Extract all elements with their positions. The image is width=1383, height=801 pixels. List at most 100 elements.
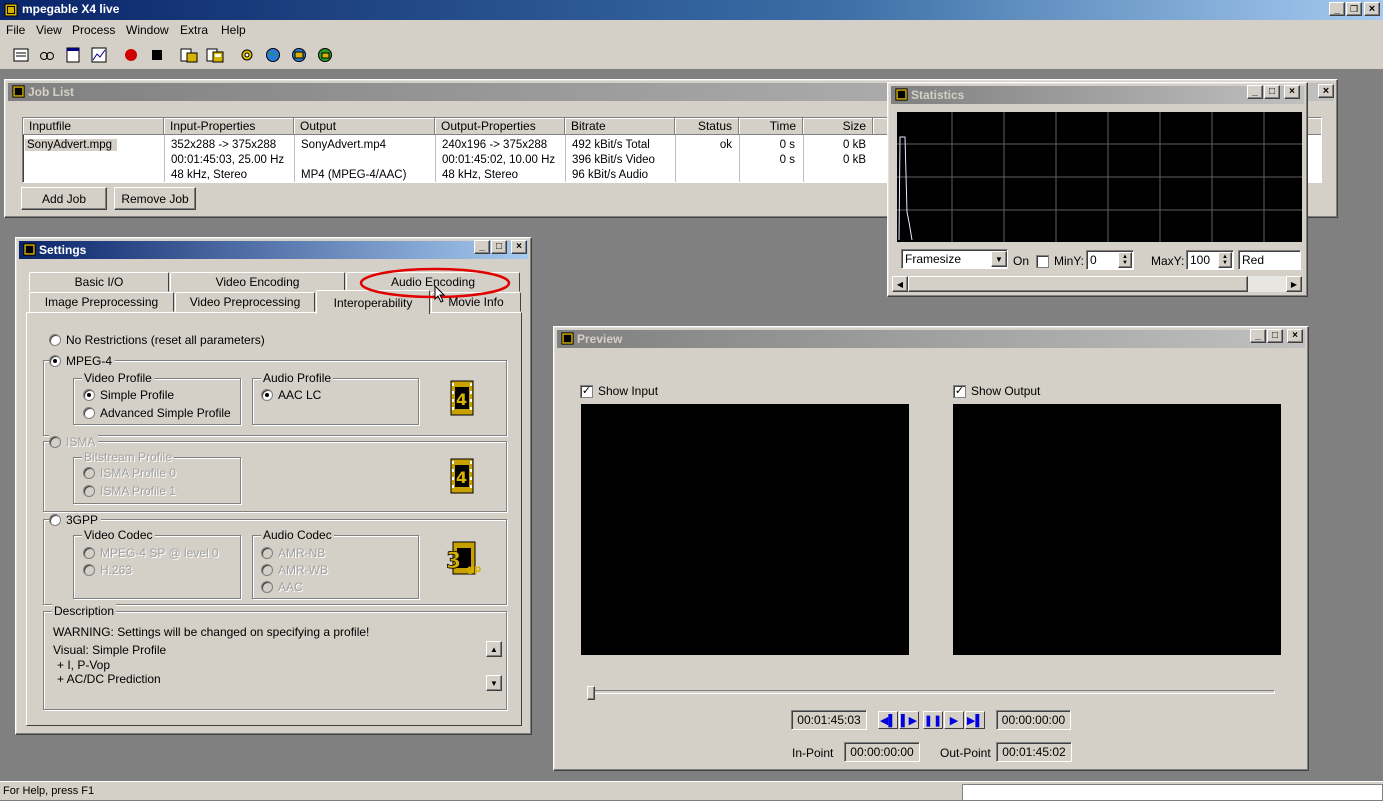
amrnb-option[interactable]: AMR-NB: [261, 546, 325, 560]
isma-profile0-option[interactable]: ISMA Profile 0: [83, 466, 176, 480]
mpeg4sp-radio[interactable]: [83, 547, 95, 559]
settings-maximize-button[interactable]: □: [491, 240, 507, 254]
isma-option[interactable]: ISMA: [49, 435, 99, 449]
aac-option[interactable]: AAC: [261, 580, 303, 594]
timeline-track[interactable]: [588, 690, 1275, 694]
show-output-option[interactable]: ✓ Show Output: [953, 384, 1040, 398]
col-bitrate[interactable]: Bitrate: [565, 118, 675, 135]
statistics-titlebar[interactable]: Statistics: [891, 86, 1304, 104]
job-list-close-button[interactable]: ×: [1318, 84, 1334, 98]
menu-view[interactable]: View: [36, 23, 62, 37]
out-point-display[interactable]: 00:01:45:02: [996, 742, 1072, 762]
chevron-down-icon[interactable]: ▼: [991, 251, 1007, 267]
isma-radio[interactable]: [49, 436, 61, 448]
simple-profile-radio[interactable]: [83, 389, 95, 401]
aac-radio[interactable]: [261, 581, 273, 593]
rewind-icon[interactable]: ◀▌: [878, 711, 898, 729]
col-status[interactable]: Status: [675, 118, 739, 135]
scroll-right-icon[interactable]: ▶: [1286, 276, 1302, 292]
play-icon[interactable]: ▶: [944, 711, 964, 729]
isma-profile1-option[interactable]: ISMA Profile 1: [83, 484, 176, 498]
statistics-on-checkbox[interactable]: [1036, 255, 1049, 269]
no-restrictions-radio[interactable]: [49, 334, 61, 346]
app-close-button[interactable]: ×: [1364, 2, 1380, 16]
col-input-properties[interactable]: Input-Properties: [164, 118, 294, 135]
statistics-close-button[interactable]: ×: [1284, 85, 1300, 99]
statistics-maxy-spinner[interactable]: ▲ ▼: [1218, 252, 1232, 268]
menu-file[interactable]: File: [6, 23, 25, 37]
save-icon[interactable]: [203, 44, 226, 66]
scroll-thumb[interactable]: [908, 276, 1248, 292]
statistics-color-select[interactable]: Red: [1238, 250, 1301, 270]
table-cell[interactable]: SonyAdvert.mpg: [25, 139, 117, 151]
amrwb-option[interactable]: AMR-WB: [261, 563, 328, 577]
step-icon[interactable]: ▌▶: [899, 711, 919, 729]
menu-help[interactable]: Help: [221, 23, 246, 37]
statistics-miny-input[interactable]: 0 ▲ ▼: [1086, 250, 1134, 270]
in-point-display[interactable]: 00:00:00:00: [844, 742, 920, 762]
view-icon[interactable]: [35, 44, 58, 66]
statistics-maxy-input[interactable]: 100 ▲ ▼: [1186, 250, 1234, 270]
description-scroll-up-icon[interactable]: ▲: [486, 641, 502, 657]
gpp-option[interactable]: 3GPP: [49, 513, 102, 527]
preview-close-button[interactable]: ×: [1287, 329, 1303, 343]
col-time[interactable]: Time: [739, 118, 803, 135]
app-minimize-button[interactable]: _: [1329, 2, 1345, 16]
show-output-checkbox[interactable]: ✓: [953, 384, 966, 398]
scroll-left-icon[interactable]: ◀: [892, 276, 908, 292]
tab-image-preprocessing[interactable]: Image Preprocessing: [29, 292, 174, 312]
remove-job-button[interactable]: Remove Job: [114, 187, 196, 210]
statistics-metric-select[interactable]: Framesize ▼: [901, 249, 1008, 269]
preview-minimize-button[interactable]: _: [1250, 329, 1266, 343]
tab-video-preprocessing[interactable]: Video Preprocessing: [175, 292, 315, 312]
advanced-simple-profile-radio[interactable]: [83, 407, 95, 419]
preview-maximize-button[interactable]: □: [1267, 329, 1283, 343]
show-input-option[interactable]: ✓ Show Input: [580, 384, 658, 398]
statistics-icon[interactable]: [87, 44, 110, 66]
advanced-simple-profile-option[interactable]: Advanced Simple Profile: [83, 406, 231, 420]
description-scroll-down-icon[interactable]: ▼: [486, 675, 502, 691]
pause-icon[interactable]: ❚❚: [923, 711, 943, 729]
statistics-miny-spinner[interactable]: ▲ ▼: [1118, 252, 1132, 268]
add-job-button[interactable]: Add Job: [21, 187, 107, 210]
mpeg4-radio[interactable]: [49, 355, 61, 367]
no-restrictions-option[interactable]: No Restrictions (reset all parameters): [49, 333, 265, 347]
stop-icon[interactable]: [145, 44, 168, 66]
statistics-scrollbar[interactable]: ◀ ▶: [892, 276, 1302, 292]
globe-icon[interactable]: [261, 44, 284, 66]
tab-basic-io[interactable]: Basic I/O: [29, 272, 169, 292]
forward-end-icon[interactable]: ▶▌: [965, 711, 985, 729]
simple-profile-option[interactable]: Simple Profile: [83, 388, 174, 402]
tab-video-encoding[interactable]: Video Encoding: [170, 272, 345, 292]
window-icon[interactable]: [61, 44, 84, 66]
settings-minimize-button[interactable]: _: [474, 240, 490, 254]
settings-titlebar[interactable]: Settings: [19, 241, 528, 259]
statistics-maximize-button[interactable]: □: [1264, 85, 1280, 99]
gpp-radio[interactable]: [49, 514, 61, 526]
timeline-slider-thumb[interactable]: [587, 686, 595, 700]
col-size[interactable]: Size: [803, 118, 873, 135]
col-inputfile[interactable]: Inputfile: [23, 118, 164, 135]
isma-profile1-radio[interactable]: [83, 485, 95, 497]
h263-radio[interactable]: [83, 564, 95, 576]
mpeg4sp-option[interactable]: MPEG-4 SP @ level 0: [83, 546, 219, 560]
amrwb-radio[interactable]: [261, 564, 273, 576]
settings-close-button[interactable]: ×: [511, 240, 527, 254]
app-titlebar[interactable]: mpegable X4 live _ ❐ ×: [0, 0, 1383, 20]
statistics-minimize-button[interactable]: _: [1247, 85, 1263, 99]
aac-lc-option[interactable]: AAC LC: [261, 388, 321, 402]
isma-profile0-radio[interactable]: [83, 467, 95, 479]
preview-titlebar[interactable]: Preview: [557, 330, 1305, 348]
h263-option[interactable]: H.263: [83, 563, 132, 577]
app-restore-button[interactable]: ❐: [1346, 2, 1362, 16]
menu-window[interactable]: Window: [126, 23, 169, 37]
show-input-checkbox[interactable]: ✓: [580, 384, 593, 398]
settings-icon[interactable]: [235, 44, 258, 66]
record-icon[interactable]: [119, 44, 142, 66]
globe-2-icon[interactable]: [287, 44, 310, 66]
col-output-properties[interactable]: Output-Properties: [435, 118, 565, 135]
globe-3-icon[interactable]: [313, 44, 336, 66]
open-icon[interactable]: [177, 44, 200, 66]
amrnb-radio[interactable]: [261, 547, 273, 559]
menu-extra[interactable]: Extra: [180, 23, 208, 37]
